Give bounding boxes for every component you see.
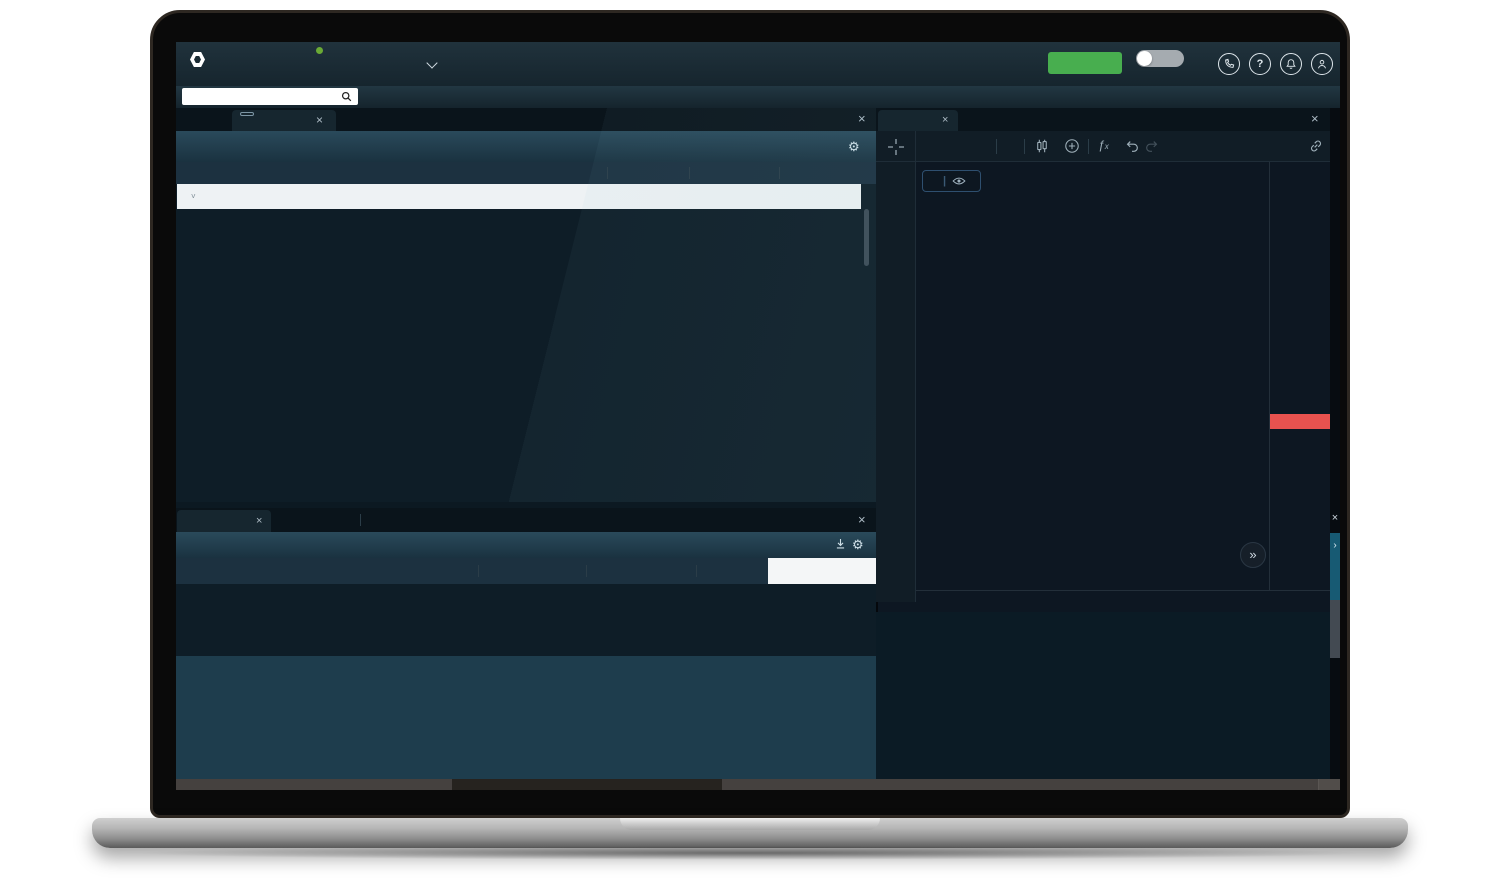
chart-plot-area[interactable]: | [916,162,1269,590]
crosshair-tool[interactable] [876,131,916,162]
positions-table-header [176,558,876,584]
tab-close-icon[interactable]: × [256,516,262,526]
help-icon[interactable]: ? [1249,53,1271,75]
laptop-base [92,818,1408,848]
close-icon[interactable]: × [1330,512,1340,524]
visibility-eye-icon[interactable] [952,176,966,186]
watchlist-panel: × × ⚙ ˅ [176,108,876,502]
collapsed-side-strip: × › [1330,108,1340,790]
compare-plus-icon[interactable] [1064,138,1080,159]
positions-empty-area [176,656,876,779]
logo-hexagon-o-icon [190,52,205,67]
section-chevron-icon: ˅ [191,192,196,201]
search-input[interactable] [187,90,341,103]
time-axis[interactable]: ⚙ [916,590,1330,612]
scroll-to-latest-button[interactable]: » [1240,542,1266,568]
chart-toolbar: ƒx [876,131,1330,162]
price-axis[interactable] [1269,162,1330,590]
positions-panel-close-icon[interactable]: × [858,515,866,525]
close-all-positions-header[interactable] [768,558,876,584]
positions-rows [176,584,876,656]
candle-style-icon[interactable] [1034,138,1050,159]
last-price-marker [1270,414,1331,429]
app-window: ? × × ⚙ [176,42,1340,790]
tab-close-icon[interactable]: × [942,115,948,125]
watchlist-scrollbar[interactable] [864,209,869,491]
search-icon [341,91,352,102]
account-selector[interactable] [316,46,327,58]
collapsed-panel-handle[interactable] [1330,600,1340,658]
user-profile-icon[interactable] [1311,53,1333,75]
tab-close-icon[interactable]: × [316,115,323,125]
forex-logo [189,52,207,67]
link-icon[interactable] [1308,138,1324,159]
one-click-trading-toggle[interactable] [1136,50,1184,67]
app-header: ? [176,42,1340,86]
ohlc-readout [924,195,954,207]
watchlist-rows [176,209,876,491]
chart-panel-close-icon[interactable]: × [1311,114,1319,124]
create-new-watchlist-tab[interactable] [240,112,254,116]
search-markets-box[interactable] [182,88,358,105]
watchlist-settings-gear-icon[interactable]: ⚙ [848,139,860,155]
notifications-bell-icon[interactable] [1280,53,1302,75]
active-status-dot-icon [316,47,323,54]
phone-support-icon[interactable] [1218,53,1240,75]
horizontal-scrollbar[interactable] [176,779,1340,790]
add-funds-button[interactable] [1048,52,1122,74]
expand-panel-tab[interactable]: › [1330,533,1340,600]
chart-legend[interactable]: | [922,170,981,192]
chart-drawing-toolbar [876,162,916,602]
positions-tabbar: × × [176,508,876,532]
scrollbar-right-segment [1318,779,1340,790]
watchlist-panel-close-icon[interactable]: × [858,114,866,124]
redo-icon[interactable] [1144,138,1160,159]
page: ? × × ⚙ [0,0,1500,884]
download-icon[interactable] [834,537,847,556]
laptop-base-notch [620,818,880,830]
scrollbar-thumb[interactable] [452,779,722,790]
indicators-fx-icon[interactable]: ƒx [1098,138,1109,152]
watchlist-toolbar: ⚙ [176,131,876,162]
watchlist-tabbar: × × [176,108,876,131]
positions-toolbar: ⚙ [176,532,876,558]
chart-tabbar: × × [876,108,1330,131]
crosshair-icon [887,138,905,156]
positions-settings-gear-icon[interactable]: ⚙ [852,537,864,553]
workspace-nav-bar [176,86,1340,108]
popular-markets-section-header[interactable]: ˅ [177,184,861,209]
undo-icon[interactable] [1124,138,1140,159]
laptop-shadow [130,846,1370,860]
watchlist-table-header [176,162,876,184]
account-chevron-down-icon[interactable] [426,57,437,68]
toggle-knob [1137,51,1152,66]
candlestick-chart [916,162,1269,590]
news-feed [876,612,1330,790]
